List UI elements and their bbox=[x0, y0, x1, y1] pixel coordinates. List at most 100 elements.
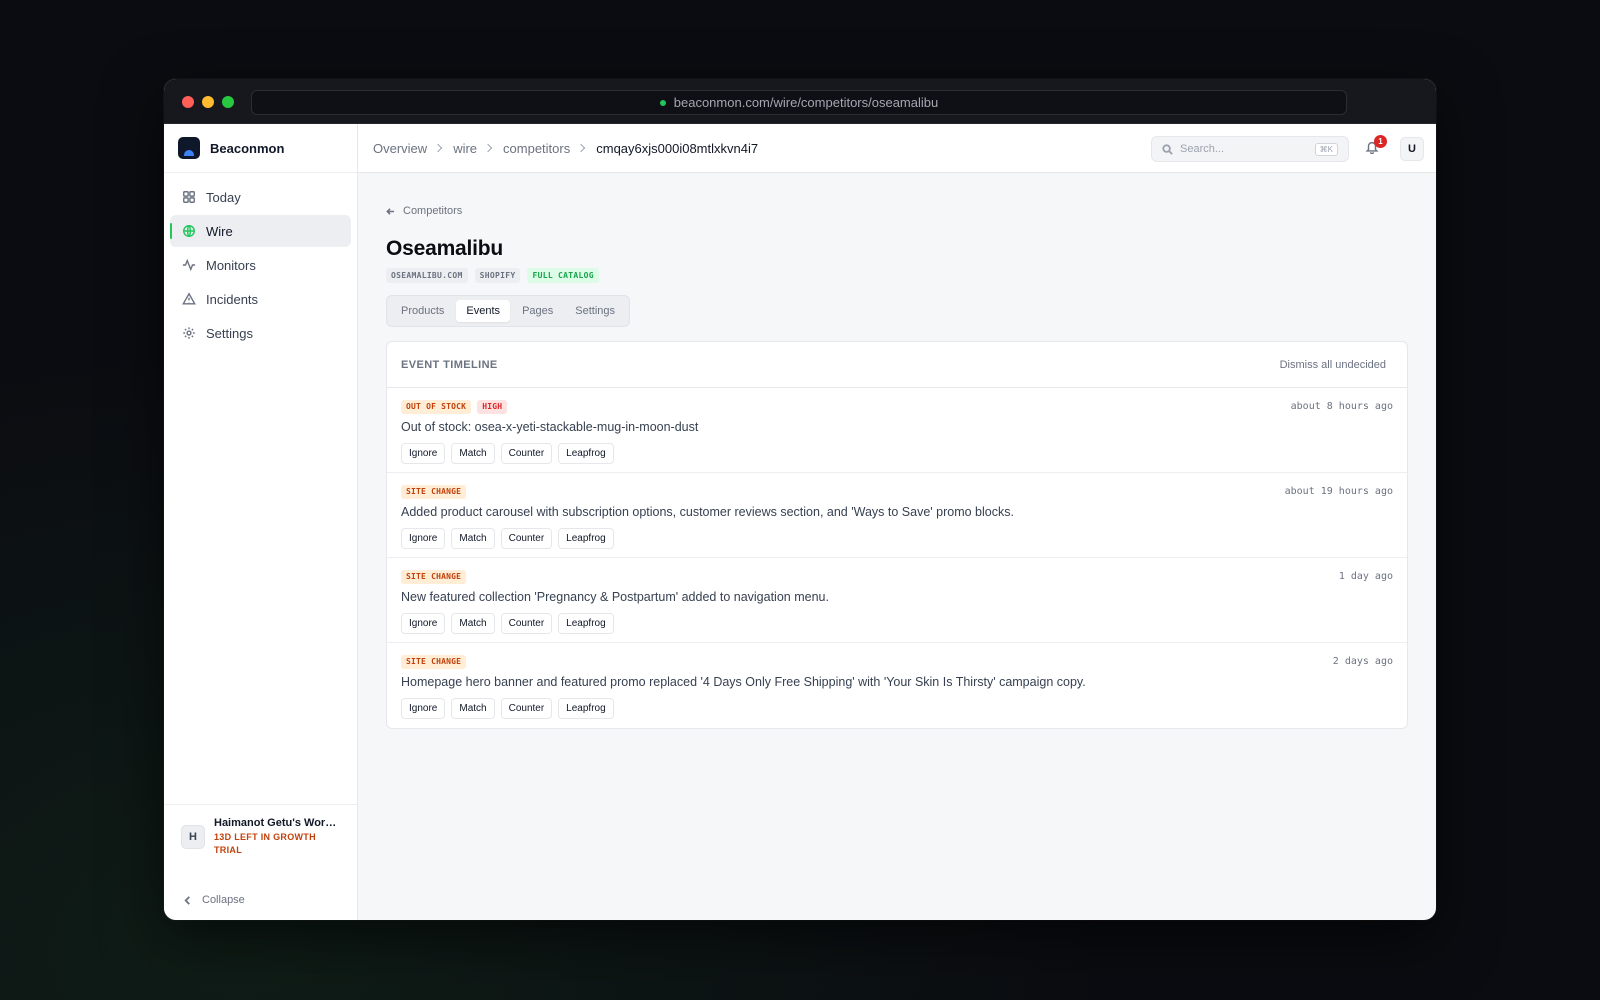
event-timestamp: 2 days ago bbox=[1332, 656, 1393, 667]
secure-indicator-icon bbox=[659, 99, 666, 106]
sidebar-item-incidents[interactable]: Incidents bbox=[170, 283, 351, 315]
ignore-button[interactable]: Ignore bbox=[401, 698, 446, 719]
event-description: Out of stock: osea-x-yeti-stackable-mug-… bbox=[401, 420, 699, 434]
competitor-tags: OSEAMALIBU.COM SHOPIFY FULL CATALOG bbox=[386, 268, 1408, 283]
sidebar-item-today[interactable]: Today bbox=[170, 181, 351, 213]
workspace-switcher[interactable]: H Haimanot Getu's Work... 13D LEFT IN GR… bbox=[164, 804, 357, 868]
severity-badge: HIGH bbox=[477, 400, 508, 414]
event-timeline-card: EVENT TIMELINE Dismiss all undecided OUT… bbox=[386, 341, 1408, 729]
collapse-sidebar-button[interactable]: Collapse bbox=[183, 894, 245, 906]
notification-count-badge: 1 bbox=[1374, 135, 1387, 148]
tab-products[interactable]: Products bbox=[391, 300, 454, 322]
minimize-window-button[interactable] bbox=[202, 96, 214, 108]
workspace-info: Haimanot Getu's Work... 13D LEFT IN GROW… bbox=[214, 817, 339, 857]
workspace-avatar: H bbox=[181, 824, 205, 849]
leapfrog-button[interactable]: Leapfrog bbox=[558, 528, 614, 549]
sidebar-item-label: Settings bbox=[206, 325, 253, 341]
back-link-label: Competitors bbox=[403, 205, 463, 217]
breadcrumb-current: cmqay6xjs000i08mtlxkvn4i7 bbox=[596, 140, 759, 156]
breadcrumb-wire[interactable]: wire bbox=[453, 141, 477, 156]
brand-name: Beaconmon bbox=[210, 140, 285, 156]
user-avatar[interactable]: U bbox=[1400, 137, 1424, 161]
match-button[interactable]: Match bbox=[451, 613, 495, 634]
gear-icon bbox=[183, 327, 195, 339]
activity-icon bbox=[182, 258, 196, 272]
event-actions: Ignore Match Counter Leapfrog bbox=[401, 613, 1393, 634]
browser-window: beaconmon.com/wire/competitors/oseamalib… bbox=[164, 79, 1436, 920]
event-actions: Ignore Match Counter Leapfrog bbox=[401, 528, 1393, 549]
beaconmon-logo-icon bbox=[178, 137, 200, 159]
card-title: EVENT TIMELINE bbox=[401, 358, 498, 371]
collapse-label: Collapse bbox=[202, 894, 245, 906]
domain-tag: OSEAMALIBU.COM bbox=[386, 268, 468, 283]
sidebar-nav: Today Wire Monitors Incidents Settings bbox=[164, 173, 357, 357]
event-timestamp: 1 day ago bbox=[1338, 571, 1393, 582]
event-tags: SITE CHANGE bbox=[401, 485, 1393, 499]
search-shortcut: ⌘K bbox=[1314, 142, 1338, 156]
workspace-name: Haimanot Getu's Work... bbox=[214, 816, 339, 829]
match-button[interactable]: Match bbox=[451, 698, 495, 719]
event-type-badge: SITE CHANGE bbox=[401, 485, 467, 499]
event-type-badge: SITE CHANGE bbox=[401, 655, 467, 669]
chevron-left-icon bbox=[184, 895, 190, 905]
dismiss-all-button[interactable]: Dismiss all undecided bbox=[1280, 359, 1386, 371]
search-input[interactable]: Search... ⌘K bbox=[1151, 136, 1349, 162]
event-tags: SITE CHANGE bbox=[401, 655, 1393, 669]
notifications-button[interactable]: 1 bbox=[1365, 135, 1387, 158]
ignore-button[interactable]: Ignore bbox=[401, 443, 446, 464]
event-description: New featured collection 'Pregnancy & Pos… bbox=[401, 590, 829, 604]
event-description: Homepage hero banner and featured promo … bbox=[401, 675, 1086, 689]
sidebar-item-wire[interactable]: Wire bbox=[170, 215, 351, 247]
sidebar-item-label: Incidents bbox=[206, 291, 259, 307]
counter-button[interactable]: Counter bbox=[500, 698, 553, 719]
match-button[interactable]: Match bbox=[451, 443, 495, 464]
globe-icon bbox=[183, 225, 195, 237]
tab-events[interactable]: Events bbox=[456, 300, 511, 322]
counter-button[interactable]: Counter bbox=[500, 443, 553, 464]
page-tabs: Products Events Pages Settings bbox=[386, 295, 631, 327]
main-area: Overview wire competitors cmqay6xjs000i0… bbox=[358, 124, 1436, 920]
counter-button[interactable]: Counter bbox=[500, 528, 553, 549]
match-button[interactable]: Match bbox=[451, 528, 495, 549]
leapfrog-button[interactable]: Leapfrog bbox=[558, 613, 614, 634]
trial-status: 13D LEFT IN GROWTH TRIAL bbox=[214, 831, 316, 855]
chevron-right-icon bbox=[576, 143, 586, 153]
page-content: Competitors Oseamalibu OSEAMALIBU.COM SH… bbox=[358, 205, 1436, 729]
counter-button[interactable]: Counter bbox=[500, 613, 553, 634]
sidebar-item-label: Monitors bbox=[206, 257, 256, 273]
sidebar-item-monitors[interactable]: Monitors bbox=[170, 249, 351, 281]
topbar: Overview wire competitors cmqay6xjs000i0… bbox=[358, 124, 1436, 173]
event-row: SITE CHANGE about 19 hours ago Added pro… bbox=[387, 473, 1407, 558]
search-placeholder: Search... bbox=[1180, 143, 1225, 155]
event-row: OUT OF STOCK HIGH about 8 hours ago Out … bbox=[387, 388, 1407, 473]
ignore-button[interactable]: Ignore bbox=[401, 613, 446, 634]
card-header: EVENT TIMELINE Dismiss all undecided bbox=[387, 342, 1407, 388]
breadcrumb-competitors[interactable]: competitors bbox=[503, 141, 570, 156]
back-to-competitors-link[interactable]: Competitors bbox=[386, 205, 462, 217]
leapfrog-button[interactable]: Leapfrog bbox=[558, 698, 614, 719]
sidebar-item-settings[interactable]: Settings bbox=[170, 317, 351, 349]
tab-pages[interactable]: Pages bbox=[512, 300, 563, 322]
maximize-window-button[interactable] bbox=[222, 96, 234, 108]
breadcrumb-overview[interactable]: Overview bbox=[373, 141, 427, 156]
sidebar: Beaconmon Today Wire Monitors Incidents … bbox=[164, 124, 358, 920]
search-icon bbox=[1162, 143, 1173, 155]
chevron-right-icon bbox=[483, 143, 493, 153]
event-row: SITE CHANGE 2 days ago Homepage hero ban… bbox=[387, 643, 1407, 728]
browser-chrome: beaconmon.com/wire/competitors/oseamalib… bbox=[164, 79, 1436, 124]
event-row: SITE CHANGE 1 day ago New featured colle… bbox=[387, 558, 1407, 643]
app: Beaconmon Today Wire Monitors Incidents … bbox=[164, 124, 1436, 920]
event-timestamp: about 19 hours ago bbox=[1284, 486, 1393, 497]
event-timestamp: about 8 hours ago bbox=[1290, 401, 1393, 412]
event-tags: OUT OF STOCK HIGH bbox=[401, 400, 1393, 414]
catalog-tag: FULL CATALOG bbox=[527, 268, 599, 283]
leapfrog-button[interactable]: Leapfrog bbox=[558, 443, 614, 464]
address-bar[interactable]: beaconmon.com/wire/competitors/oseamalib… bbox=[251, 90, 1347, 115]
event-type-badge: OUT OF STOCK bbox=[401, 400, 472, 414]
brand[interactable]: Beaconmon bbox=[164, 124, 357, 173]
tab-settings[interactable]: Settings bbox=[565, 300, 625, 322]
grid-icon bbox=[183, 191, 195, 203]
page-title: Oseamalibu bbox=[386, 237, 504, 260]
close-window-button[interactable] bbox=[182, 96, 194, 108]
ignore-button[interactable]: Ignore bbox=[401, 528, 446, 549]
